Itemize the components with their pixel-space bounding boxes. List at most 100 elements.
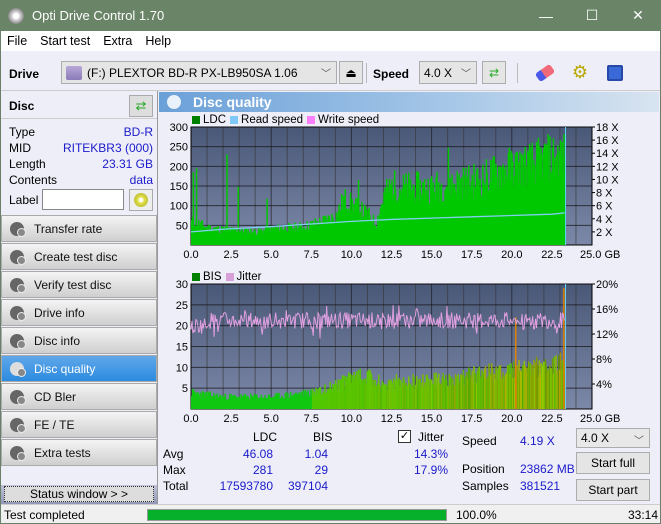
- col-ldc: LDC: [253, 430, 278, 444]
- disc-quality-icon: [167, 95, 181, 109]
- minimize-button[interactable]: —: [523, 0, 569, 31]
- bis-chart: 5 10 15 20 25 30 4% 8% 12% 16% 20% 0.0 2.5 5.0 7.5 10.0…: [176, 280, 621, 425]
- y-tick-label: 100: [170, 201, 188, 213]
- bis-value: 397104: [287, 479, 328, 493]
- speed-select[interactable]: 4.0 X ﹀: [419, 61, 477, 84]
- status-window-button[interactable]: Status window > >: [4, 486, 154, 502]
- menu-help[interactable]: Help: [145, 34, 171, 48]
- chevron-down-icon: ﹀: [321, 69, 331, 80]
- stat-row-label: Total: [163, 479, 189, 493]
- refresh-icon: ⇄: [488, 65, 500, 80]
- x-tick-label: 20.0: [501, 249, 522, 261]
- col-bis: BIS: [313, 430, 333, 444]
- drive-icon: [66, 65, 82, 80]
- y2-tick-label: 8%: [596, 354, 612, 366]
- chevron-down-icon: ﹀: [634, 436, 644, 447]
- close-button[interactable]: ✕: [615, 0, 661, 31]
- panel-title: Disc quality: [193, 94, 272, 110]
- y2-tick-label: 2 X: [596, 227, 613, 239]
- speed-label: Speed: [373, 67, 410, 81]
- test-speed-select[interactable]: 4.0 X ﹀: [576, 428, 650, 448]
- save-button[interactable]: [603, 61, 627, 84]
- x-tick-label: 12.5: [381, 413, 402, 425]
- label-input[interactable]: [42, 189, 124, 210]
- start-part-button[interactable]: Start part: [576, 479, 650, 501]
- nav-label: Drive info: [34, 305, 85, 320]
- nav-disc-icon: [10, 305, 26, 321]
- ldc-bar-spike: [192, 172, 195, 245]
- y-tick-label: 20: [176, 321, 188, 333]
- menu-start-test[interactable]: Start test: [40, 34, 90, 48]
- menu-extra[interactable]: Extra: [103, 34, 132, 48]
- eject-button[interactable]: ⏏: [339, 61, 363, 84]
- x-tick-label: 0.0: [183, 413, 198, 425]
- x-tick-label: 10.0: [341, 413, 362, 425]
- nav-disc-info[interactable]: Disc info: [1, 327, 157, 354]
- x-tick-label: 7.5: [304, 413, 319, 425]
- erase-button[interactable]: [533, 61, 557, 84]
- drive-label: Drive: [9, 67, 40, 81]
- nav-extra-tests[interactable]: Extra tests: [1, 439, 157, 466]
- nav-drive-info[interactable]: Drive info: [1, 299, 157, 326]
- settings-button[interactable]: ⚙: [568, 61, 592, 84]
- nav-cd-bler[interactable]: CD Bler: [1, 383, 157, 410]
- bis-bar-spike: [563, 288, 565, 409]
- y2-tick-label: 6 X: [596, 201, 613, 213]
- nav-create-test-disc[interactable]: Create test disc: [1, 243, 157, 270]
- x-tick-label: 10.0: [341, 249, 362, 261]
- y2-tick-label: 4%: [596, 379, 612, 391]
- maximize-button[interactable]: ☐: [569, 0, 615, 31]
- info-key: Length: [9, 157, 46, 171]
- x-tick-label: 5.0: [264, 249, 279, 261]
- disc-length-row: Length 23.31 GB: [9, 157, 153, 171]
- y2-tick-label: 10 X: [596, 174, 619, 186]
- nav-label: Create test disc: [34, 249, 118, 264]
- y-tick-label: 30: [176, 280, 188, 291]
- y2-tick-label: 16 X: [596, 135, 619, 147]
- disc-refresh-button[interactable]: ⇄: [129, 95, 153, 117]
- nav-fe-te[interactable]: FE / TE: [1, 411, 157, 438]
- info-value: BD-R: [123, 125, 153, 139]
- bis-value: 29: [314, 463, 328, 477]
- nav-disc-quality[interactable]: Disc quality: [1, 355, 157, 382]
- x-tick-label: 12.5: [381, 249, 402, 261]
- refresh-button[interactable]: ⇄: [482, 61, 506, 84]
- y2-tick-label: 20%: [596, 280, 618, 291]
- status-bar: Test completed 100.0% 33:14: [1, 504, 660, 523]
- disc-mid-row: MID RITEKBR3 (000): [9, 141, 153, 155]
- x-tick-label: 5.0: [264, 413, 279, 425]
- label-disc-button[interactable]: [129, 189, 153, 211]
- toolbar-separator: [366, 63, 367, 83]
- menu-file[interactable]: File: [7, 34, 27, 48]
- position-value: 23862 MB: [520, 462, 575, 476]
- x-tick-label: 17.5: [461, 249, 482, 261]
- eject-icon: ⏏: [345, 65, 357, 80]
- ldc-bar-spike: [357, 180, 360, 245]
- x-tick-label: 2.5: [223, 413, 238, 425]
- jitter-value: 17.9%: [413, 463, 448, 477]
- y-tick-label: 15: [176, 342, 188, 354]
- jitter-label: Jitter: [418, 430, 445, 444]
- x-tick-label: 22.5: [541, 413, 562, 425]
- nav-verify-test-disc[interactable]: Verify test disc: [1, 271, 157, 298]
- y2-tick-label: 8 X: [596, 188, 613, 200]
- jitter-value: 14.3%: [413, 447, 448, 461]
- progress-fill: [148, 510, 446, 520]
- nav-disc-icon: [10, 333, 26, 349]
- maximize-icon: ☐: [585, 7, 599, 23]
- nav-label: CD Bler: [34, 389, 77, 404]
- nav-transfer-rate[interactable]: Transfer rate: [1, 215, 157, 242]
- y-tick-label: 250: [170, 142, 188, 154]
- start-full-button[interactable]: Start full: [576, 452, 650, 474]
- bis-value: 1.04: [304, 447, 328, 461]
- drive-select[interactable]: (F:) PLEXTOR BD-R PX-LB950SA 1.06 ﹀: [61, 61, 337, 84]
- info-key: MID: [9, 141, 31, 155]
- x-tick-label: 20.0: [501, 413, 522, 425]
- y-tick-label: 50: [176, 220, 188, 232]
- jitter-checkbox[interactable]: ✓: [398, 430, 411, 443]
- info-value: RITEKBR3 (000): [62, 141, 153, 155]
- eraser-icon: [534, 63, 556, 82]
- x-tick-label: 2.5: [223, 249, 238, 261]
- samples-label: Samples: [462, 479, 509, 493]
- speed-label: Speed: [462, 434, 497, 448]
